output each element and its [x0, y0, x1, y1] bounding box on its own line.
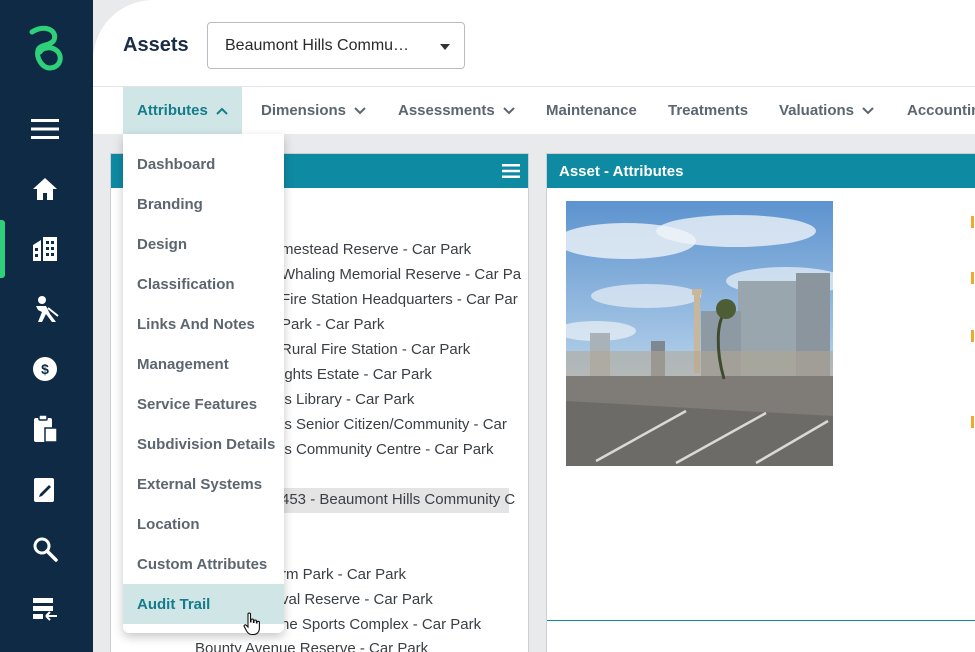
chevron-down-icon	[354, 106, 366, 115]
menu-item-dashboard[interactable]: Dashboard	[123, 144, 284, 184]
edit-icon[interactable]	[28, 472, 62, 506]
search-icon[interactable]	[28, 532, 62, 566]
asset-attributes-title: Asset - Attributes	[547, 154, 975, 188]
tab-dimensions[interactable]: Dimensions	[261, 87, 366, 134]
asset-select[interactable]: Beaumont Hills Commu…	[207, 22, 465, 69]
panel-divider	[547, 620, 975, 621]
attribute-marker	[971, 330, 974, 342]
tree-item[interactable]: ls Library - Car Park	[281, 391, 414, 408]
hand-cursor-icon	[243, 612, 261, 641]
tree-item[interactable]: ights Estate - Car Park	[281, 366, 432, 383]
tab-label: Treatments	[668, 102, 749, 119]
section-tabs: Attributes Dimensions Assessments Mainte…	[93, 86, 975, 134]
tree-item[interactable]: mestead Reserve - Car Park	[281, 241, 471, 258]
tab-valuations[interactable]: Valuations	[779, 87, 874, 134]
menu-item-external-systems[interactable]: External Systems	[123, 464, 284, 504]
logo-icon[interactable]	[24, 24, 68, 76]
menu-item-location[interactable]: Location	[123, 504, 284, 544]
tab-accounting[interactable]: Accounting	[907, 87, 975, 134]
tab-label: Dimensions	[261, 102, 347, 119]
active-nav-indicator	[0, 220, 5, 278]
menu-item-design[interactable]: Design	[123, 224, 284, 264]
page-header: Assets Beaumont Hills Commu…	[93, 0, 975, 86]
tree-item[interactable]: he Sports Complex - Car Park	[281, 616, 481, 633]
attributes-dropdown-menu: Dashboard Branding Design Classification…	[123, 134, 284, 633]
tree-item[interactable]: val Reserve - Car Park	[281, 591, 433, 608]
finance-icon[interactable]: $	[28, 352, 62, 386]
tab-maintenance[interactable]: Maintenance	[546, 87, 637, 134]
tab-assessments[interactable]: Assessments	[398, 87, 515, 134]
menu-item-subdivision-details[interactable]: Subdivision Details	[123, 424, 284, 464]
menu-item-classification[interactable]: Classification	[123, 264, 284, 304]
tree-item[interactable]: ls Community Centre - Car Park	[281, 441, 494, 458]
chevron-up-icon	[216, 107, 228, 115]
left-nav-rail: $	[0, 0, 93, 652]
svg-text:$: $	[41, 361, 49, 377]
tree-item[interactable]: Whaling Memorial Reserve - Car Pa	[281, 266, 521, 283]
clipboard-icon[interactable]	[28, 412, 62, 446]
tab-attributes[interactable]: Attributes	[123, 87, 242, 134]
tab-label: Assessments	[398, 102, 495, 119]
attribute-marker	[971, 272, 974, 284]
panel-menu-icon[interactable]	[502, 163, 520, 184]
tree-item[interactable]: Rural Fire Station - Car Park	[281, 341, 470, 358]
menu-item-custom-attributes[interactable]: Custom Attributes	[123, 544, 284, 584]
buildings-icon[interactable]	[28, 232, 62, 266]
tab-label: Valuations	[779, 102, 855, 119]
asset-photo	[566, 201, 833, 466]
attribute-marker	[971, 416, 974, 428]
asset-attributes-panel: Asset - Attributes	[546, 153, 975, 652]
tasks-icon[interactable]	[28, 592, 62, 626]
tree-item-selected[interactable]: 453 - Beaumont Hills Community C	[281, 488, 515, 513]
menu-item-management[interactable]: Management	[123, 344, 284, 384]
menu-item-service-features[interactable]: Service Features	[123, 384, 284, 424]
tree-item[interactable]: Park - Car Park	[281, 316, 384, 333]
asset-select-value: Beaumont Hills Commu…	[225, 37, 410, 54]
caret-down-icon	[440, 44, 450, 50]
page-title: Assets	[123, 34, 189, 56]
menu-item-branding[interactable]: Branding	[123, 184, 284, 224]
tab-label: Attributes	[137, 102, 208, 119]
chevron-down-icon	[862, 106, 874, 115]
tab-label: Maintenance	[546, 102, 637, 119]
home-icon[interactable]	[28, 172, 62, 206]
worker-icon[interactable]	[28, 292, 62, 326]
tree-item[interactable]: Bounty Avenue Reserve - Car Park	[195, 640, 428, 652]
tree-item[interactable]: Fire Station Headquarters - Car Par	[281, 291, 518, 308]
chevron-down-icon	[503, 106, 515, 115]
tab-treatments[interactable]: Treatments	[668, 87, 748, 134]
menu-item-links-and-notes[interactable]: Links And Notes	[123, 304, 284, 344]
tab-label: Accounting	[907, 102, 975, 119]
tree-item[interactable]: rm Park - Car Park	[281, 566, 406, 583]
menu-icon[interactable]	[28, 112, 62, 146]
tree-item[interactable]: ls Senior Citizen/Community - Car	[281, 416, 507, 433]
attribute-marker	[971, 216, 974, 228]
